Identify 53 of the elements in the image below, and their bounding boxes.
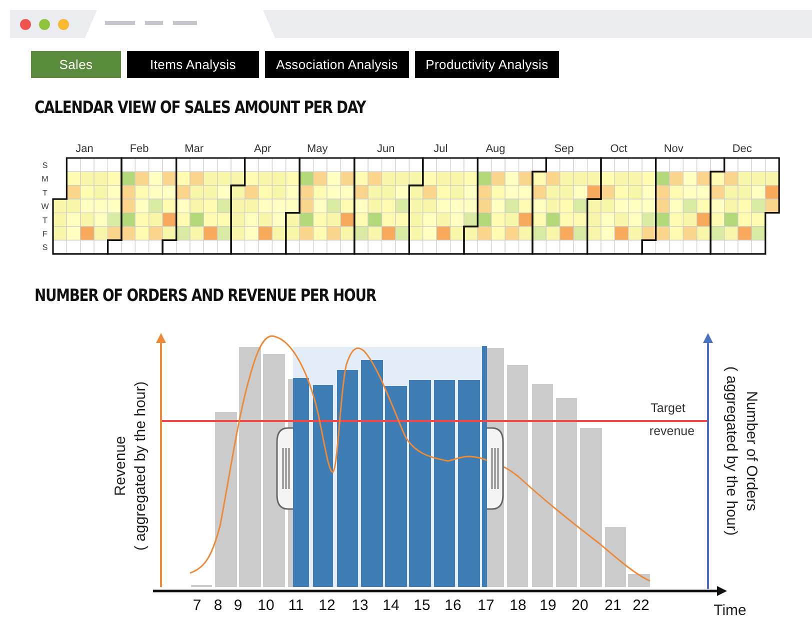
- weekday-label: W: [41, 202, 49, 212]
- target-label: Target revenue: [649, 401, 695, 438]
- nav-tab[interactable]: Productivity Analysis: [415, 51, 559, 78]
- hour-label: 15: [414, 597, 430, 614]
- hour-label: 14: [382, 597, 400, 614]
- hour-label: 18: [510, 597, 526, 614]
- month-label: Jun: [377, 143, 395, 155]
- hour-label: 19: [540, 597, 556, 614]
- month-label: Aug: [486, 143, 506, 155]
- month-label: Jul: [434, 143, 448, 155]
- bar: [605, 527, 626, 587]
- axis-label: Time: [714, 602, 746, 618]
- hour-label: 21: [604, 597, 622, 614]
- month-label: Jan: [76, 143, 94, 155]
- weekday-label: S: [42, 161, 48, 170]
- axis-label: Number of Orders ( aggregated by the hour): [723, 366, 760, 536]
- month-label: Sep: [554, 143, 574, 155]
- range-handle[interactable]: [276, 427, 294, 510]
- month-label: Apr: [254, 143, 272, 155]
- window-control[interactable]: [39, 18, 50, 30]
- nav-tab[interactable]: Association Analysis: [265, 51, 409, 78]
- weekday-label: F: [42, 230, 48, 238]
- hour-label: 17: [478, 597, 494, 614]
- axis-label: Revenue ( aggregated by the hour): [112, 381, 149, 551]
- weekday-label: M: [42, 174, 48, 184]
- section-title: NUMBER OF ORDERS AND REVENUE PER HOUR: [33, 285, 378, 308]
- range-handle[interactable]: [486, 427, 504, 510]
- month-label: Mar: [184, 143, 204, 155]
- hour-label: 9: [234, 597, 242, 614]
- hour-label: 12: [318, 597, 336, 614]
- section-title: CALENDAR VIEW OF SALES AMOUNT PER DAY: [33, 97, 368, 120]
- hour-label: 10: [258, 597, 274, 614]
- nav-tab[interactable]: Items Analysis: [127, 51, 259, 78]
- weekday-label: T: [42, 188, 48, 198]
- hour-label: 13: [352, 597, 368, 614]
- weekday-label: S: [42, 243, 48, 252]
- month-label: Nov: [664, 143, 684, 155]
- hour-label: 22: [632, 597, 650, 614]
- window-control[interactable]: [20, 18, 31, 30]
- month-label: Dec: [732, 143, 752, 155]
- browser-tab[interactable]: [85, 10, 275, 38]
- weekday-label: T: [42, 216, 48, 225]
- bar: [628, 574, 650, 587]
- month-label: Oct: [610, 143, 628, 155]
- month-label: May: [307, 143, 328, 155]
- hour-label: 11: [288, 597, 304, 614]
- hour-label: 20: [572, 597, 588, 614]
- hour-label: 16: [444, 597, 462, 614]
- month-label: Feb: [130, 143, 149, 155]
- window-control[interactable]: [58, 18, 69, 30]
- hour-label: 7: [192, 597, 202, 614]
- hour-label: 8: [214, 597, 222, 614]
- nav-tab[interactable]: Sales: [31, 51, 121, 78]
